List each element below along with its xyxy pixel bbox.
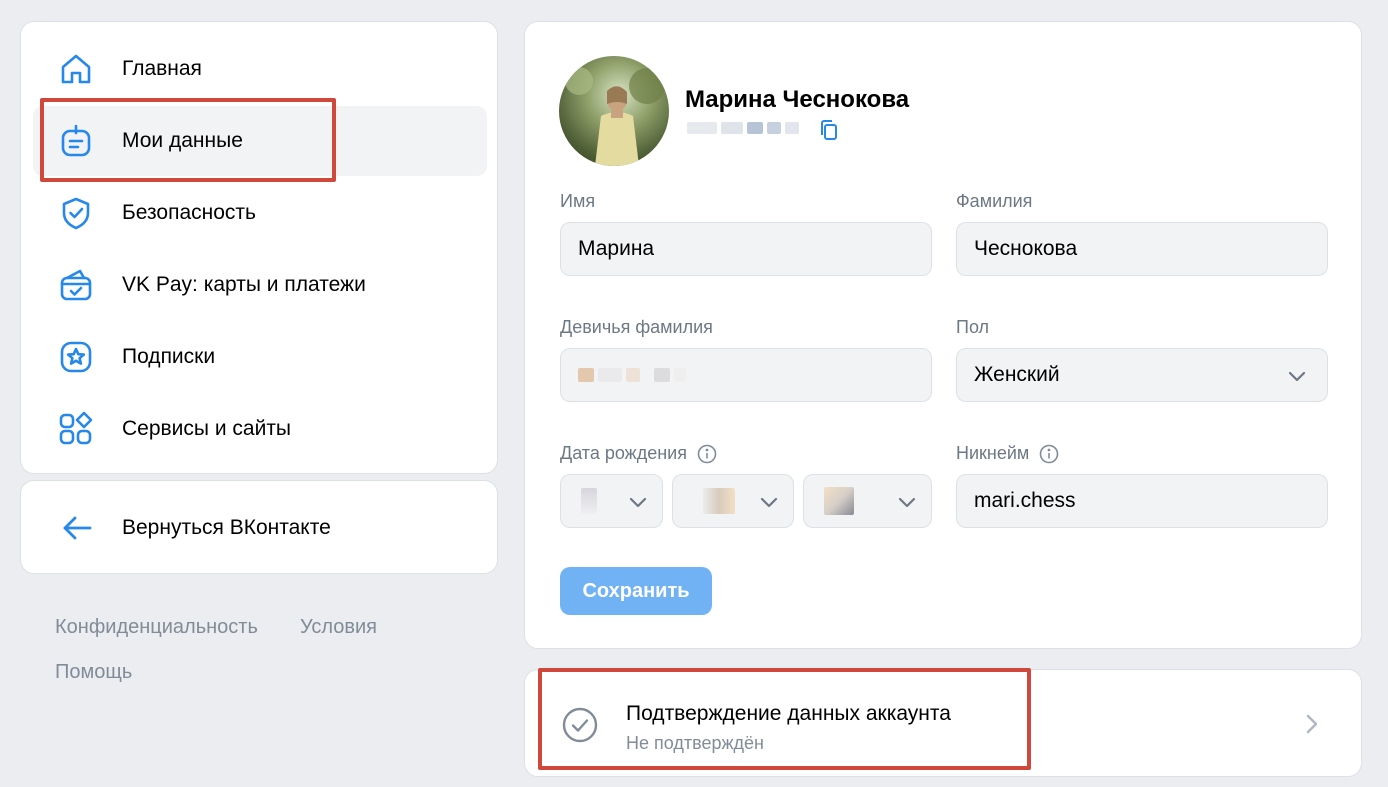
nickname-input[interactable]: mari.chess [956, 474, 1328, 528]
chevron-down-icon [760, 497, 778, 508]
copy-icon[interactable] [817, 118, 841, 142]
nav-item-label: Безопасность [122, 201, 256, 224]
birth-day-select[interactable] [560, 474, 663, 528]
services-icon [59, 411, 93, 445]
chevron-down-icon [629, 497, 647, 508]
nav-item-label: Подписки [122, 345, 216, 368]
gender-select[interactable]: Женский [956, 348, 1328, 402]
home-icon [61, 54, 91, 84]
account-verification-card[interactable]: Подтверждение данных аккаунта Не подтвер… [524, 669, 1362, 777]
nav-item-my-data[interactable]: Мои данные [33, 106, 487, 176]
maiden-name-label: Девичья фамилия [560, 317, 713, 337]
first-name-input[interactable]: Марина [560, 222, 932, 276]
chevron-right-icon [1306, 714, 1318, 734]
chevron-down-icon [1288, 371, 1306, 382]
star-icon [60, 341, 92, 373]
info-icon[interactable] [1039, 444, 1059, 464]
nickname-label: Никнейм [956, 443, 1059, 464]
nav-item-security[interactable]: Безопасность [33, 178, 487, 248]
terms-link[interactable]: Условия [300, 616, 377, 639]
check-circle-icon [562, 707, 598, 743]
birth-month-select[interactable] [672, 474, 794, 528]
nav-item-home[interactable]: Главная [33, 34, 487, 104]
help-link[interactable]: Помощь [55, 661, 132, 684]
profile-name: Марина Чеснокова [685, 86, 910, 113]
nav-item-subscriptions[interactable]: Подписки [33, 322, 487, 392]
back-to-vk-card[interactable]: Вернуться ВКонтакте [20, 480, 498, 574]
shield-icon [62, 197, 90, 230]
nav-item-label: Главная [122, 57, 202, 80]
avatar[interactable] [559, 56, 669, 166]
profile-card: Марина Чеснокова Имя Марина Фамилия Чесн… [524, 21, 1362, 649]
personal-data-icon [61, 124, 91, 157]
info-icon[interactable] [697, 444, 717, 464]
nickname-label-text: Никнейм [956, 443, 1030, 463]
verification-status: Не подтверждён [626, 733, 764, 753]
arrow-left-icon [63, 516, 92, 540]
birthdate-label-text: Дата рождения [560, 443, 687, 463]
nav-item-services[interactable]: Сервисы и сайты [33, 394, 487, 464]
wallet-icon [60, 269, 92, 301]
last-name-label: Фамилия [956, 191, 1033, 211]
last-name-input[interactable]: Чеснокова [956, 222, 1328, 276]
chevron-down-icon [898, 497, 916, 508]
back-to-vk-label: Вернуться ВКонтакте [122, 516, 331, 539]
navigation-card: Главная Мои данные Безопасность VK Pay: … [20, 21, 498, 474]
birth-year-select[interactable] [803, 474, 932, 528]
birthdate-label: Дата рождения [560, 443, 717, 464]
nav-item-label: VK Pay: карты и платежи [122, 273, 366, 296]
avatar-photo [565, 67, 665, 166]
gender-value: Женский [974, 363, 1060, 386]
save-button[interactable]: Сохранить [560, 567, 712, 615]
first-name-label: Имя [560, 191, 596, 211]
user-id-blurred [687, 120, 807, 136]
nav-item-label: Мои данные [122, 129, 243, 152]
gender-label: Пол [956, 317, 990, 337]
nav-item-label: Сервисы и сайты [122, 417, 292, 440]
verification-title: Подтверждение данных аккаунта [626, 702, 951, 725]
maiden-name-input[interactable] [560, 348, 932, 402]
nav-item-vk-pay[interactable]: VK Pay: карты и платежи [33, 250, 487, 320]
privacy-link[interactable]: Конфиденциальность [55, 616, 258, 639]
